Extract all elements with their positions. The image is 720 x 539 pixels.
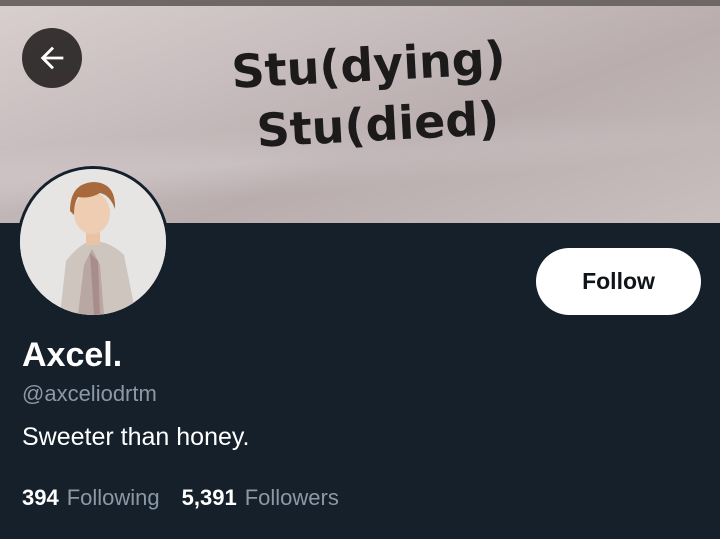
avatar[interactable] xyxy=(17,166,169,318)
following-link[interactable]: 394 Following xyxy=(22,485,160,511)
follow-button[interactable]: Follow xyxy=(536,248,701,315)
user-handle: @axceliodrtm xyxy=(22,381,157,406)
followers-link[interactable]: 5,391 Followers xyxy=(182,485,339,511)
following-label: Following xyxy=(66,485,160,510)
banner-text: Stu(dying) Stu(died) xyxy=(230,28,510,162)
followers-label: Followers xyxy=(244,485,339,510)
user-bio: Sweeter than honey. xyxy=(22,423,250,451)
display-name: Axcel. xyxy=(22,336,123,374)
arrow-left-icon xyxy=(40,46,64,70)
avatar-photo xyxy=(20,169,166,315)
followers-count: 5,391 xyxy=(181,485,237,510)
following-count: 394 xyxy=(22,485,59,510)
back-button[interactable] xyxy=(22,28,82,88)
follow-stats: 394 Following 5,391 Followers xyxy=(22,485,339,511)
